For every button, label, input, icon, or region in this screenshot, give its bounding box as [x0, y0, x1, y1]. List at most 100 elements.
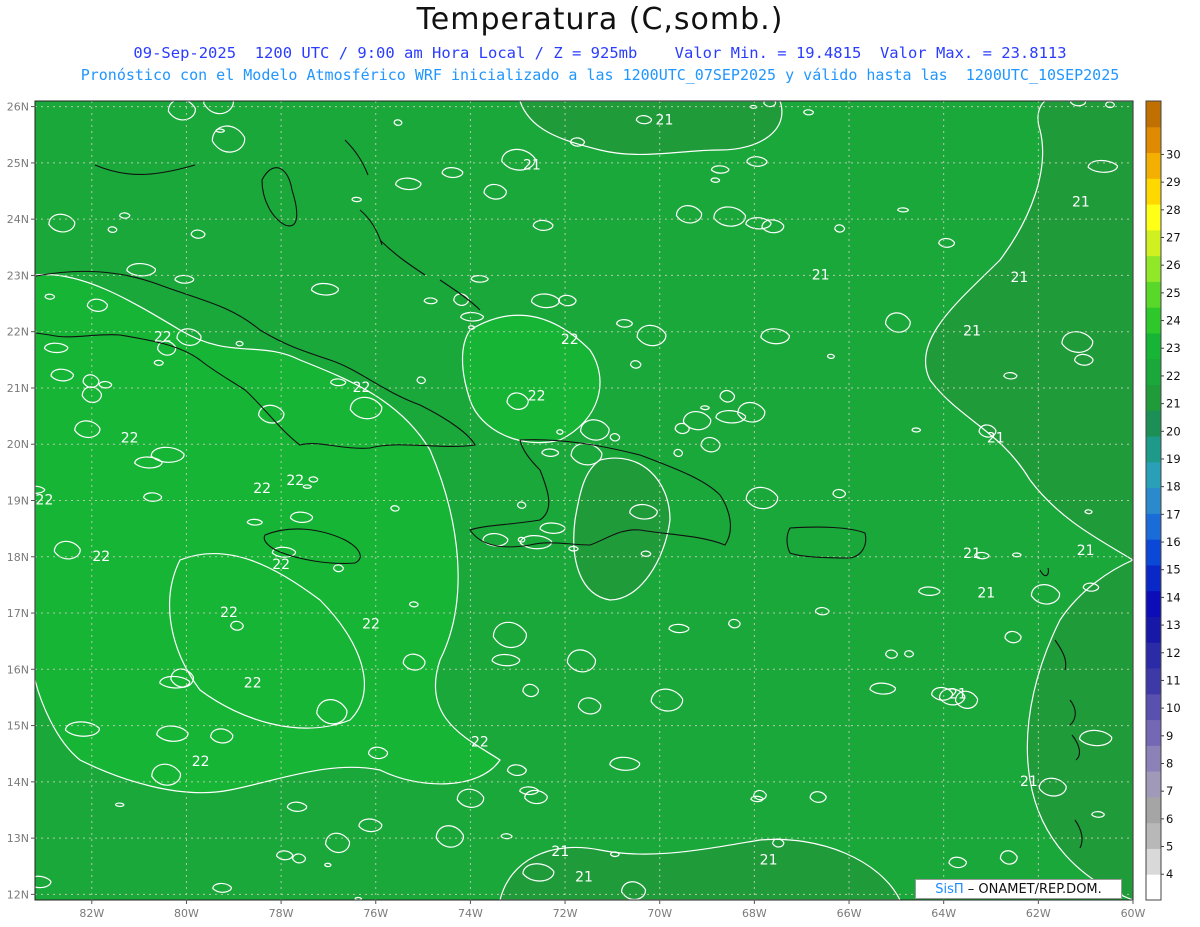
- contour-label: 22: [272, 557, 290, 573]
- contour-label: 21: [949, 687, 967, 703]
- lon-tick-label: 72W: [553, 907, 578, 920]
- colorbar-label: 25: [1166, 286, 1181, 300]
- contour-label: 21: [1072, 194, 1090, 210]
- colorbar-swatch: [1146, 745, 1161, 772]
- lat-tick-label: 22N: [7, 326, 29, 339]
- contour-label: 22: [121, 431, 139, 447]
- contour-label: 22: [471, 734, 489, 750]
- colorbar-swatch: [1146, 436, 1161, 463]
- colorbar-label: 18: [1166, 480, 1181, 494]
- lon-tick-label: 82W: [79, 907, 104, 920]
- lat-tick-label: 26N: [7, 101, 29, 114]
- contour-label: 21: [551, 844, 569, 860]
- colorbar-swatch: [1146, 539, 1161, 566]
- credit-organization: – ONAMET/REP.DOM.: [963, 882, 1102, 897]
- lon-tick-label: 76W: [363, 907, 388, 920]
- colorbar-label: 17: [1166, 507, 1181, 521]
- latitude-axis: 12N 13N 14N 15N 16N 17N 18N 19N 20N 21N 22N 23N 24N 2…: [7, 101, 35, 901]
- contour-label: 22: [220, 605, 238, 621]
- contour-label: 21: [1077, 543, 1095, 559]
- lon-tick-label: 78W: [269, 907, 294, 920]
- contour-label: 21: [812, 267, 830, 283]
- contour-label: 22: [528, 388, 546, 404]
- colorbar-swatch: [1146, 255, 1161, 282]
- colorbar-swatch: [1146, 668, 1161, 695]
- colorbar-label: 11: [1166, 673, 1181, 687]
- colorbar-swatch: [1146, 590, 1161, 617]
- lon-tick-label: 66W: [837, 907, 862, 920]
- contour-label: 22: [36, 493, 54, 509]
- lon-tick-label: 70W: [647, 907, 672, 920]
- lon-tick-label: 60W: [1121, 907, 1146, 920]
- colorbar-label: 30: [1166, 147, 1181, 161]
- contour-label: 22: [253, 481, 271, 497]
- colorbar-label: 28: [1166, 203, 1181, 217]
- contour-label: 22: [244, 675, 262, 691]
- colorbar-swatch: [1146, 874, 1161, 901]
- lat-tick-label: 18N: [7, 551, 29, 564]
- colorbar-swatch: [1146, 281, 1161, 308]
- lat-tick-label: 12N: [7, 888, 29, 901]
- colorbar-label: 26: [1166, 258, 1181, 272]
- contour-label: 21: [963, 324, 981, 340]
- lat-tick-label: 16N: [7, 663, 29, 676]
- colorbar-swatch: [1146, 126, 1161, 154]
- lat-tick-label: 15N: [7, 720, 29, 733]
- temperature-field: 21 21 21 21 21 21 22 22 22 22 22 21 22 22 22 22 22 21 21 21…: [35, 101, 1133, 900]
- contour-label: 21: [963, 546, 981, 562]
- lat-tick-label: 19N: [7, 495, 29, 508]
- lat-tick-label: 13N: [7, 832, 29, 845]
- longitude-axis: 82W 80W 78W 76W 74W 72W 70W 68W 66W 64W 62W 60W: [79, 900, 1146, 920]
- contour-label: 22: [353, 380, 371, 396]
- lon-tick-label: 62W: [1026, 907, 1051, 920]
- colorbar-label: 21: [1166, 397, 1181, 411]
- colorbar-label: 14: [1166, 590, 1181, 604]
- colorbar-label: 27: [1166, 231, 1181, 245]
- colorbar-label: 20: [1166, 424, 1181, 438]
- colorbar-label: 6: [1166, 812, 1173, 826]
- contour-label: 21: [1020, 774, 1038, 790]
- colorbar-swatch: [1146, 384, 1161, 411]
- credit-box: SisΠ – ONAMET/REP.DOM.: [915, 879, 1122, 899]
- colorbar-swatch: [1146, 178, 1161, 205]
- colorbar-label: 7: [1166, 784, 1173, 798]
- contour-label: 22: [362, 616, 380, 632]
- colorbar-label: 15: [1166, 563, 1181, 577]
- lat-tick-label: 20N: [7, 438, 29, 451]
- colorbar-swatch: [1146, 796, 1161, 824]
- temperature-map: 21 21 21 21 21 21 22 22 22 22 22 21 22 22 22 22 22 21 21 21…: [7, 100, 1181, 920]
- colorbar-swatch: [1146, 616, 1161, 643]
- lat-tick-label: 17N: [7, 607, 29, 620]
- colorbar-swatch: [1146, 564, 1161, 592]
- lat-tick-label: 24N: [7, 213, 29, 226]
- colorbar-label: 8: [1166, 756, 1173, 770]
- colorbar-swatch: [1146, 513, 1161, 540]
- colorbar-swatch: [1146, 358, 1161, 386]
- colorbar-label: 16: [1166, 535, 1181, 549]
- lon-tick-label: 68W: [742, 907, 767, 920]
- colorbar-label: 5: [1166, 840, 1173, 854]
- colorbar-label: 24: [1166, 314, 1181, 328]
- colorbar-swatch: [1146, 332, 1161, 360]
- colorbar-label: 10: [1166, 701, 1181, 715]
- colorbar-label: 19: [1166, 452, 1181, 466]
- colorbar: 4 5 6 7 8 9 10 11 12 13 14 15 16 17 18 19 20 21 22 23 24 25 26…: [1145, 100, 1181, 901]
- lat-tick-label: 21N: [7, 382, 29, 395]
- colorbar-swatch: [1146, 822, 1161, 849]
- contour-label: 21: [656, 113, 674, 129]
- colorbar-label: 12: [1166, 646, 1181, 660]
- lat-tick-label: 25N: [7, 157, 29, 170]
- contour-label: 22: [92, 549, 110, 565]
- contour-label: 21: [760, 853, 778, 869]
- colorbar-swatch: [1146, 719, 1161, 746]
- contour-label: 22: [192, 754, 210, 770]
- colorbar-swatch: [1146, 307, 1161, 334]
- contour-label: 21: [987, 431, 1005, 447]
- colorbar-swatch: [1146, 693, 1161, 721]
- colorbar-label: 29: [1166, 175, 1181, 189]
- colorbar-label: 23: [1166, 341, 1181, 355]
- colorbar-swatch: [1146, 771, 1161, 798]
- colorbar-label: 13: [1166, 618, 1181, 632]
- colorbar-swatch: [1146, 410, 1161, 437]
- colorbar-label: 9: [1166, 729, 1173, 743]
